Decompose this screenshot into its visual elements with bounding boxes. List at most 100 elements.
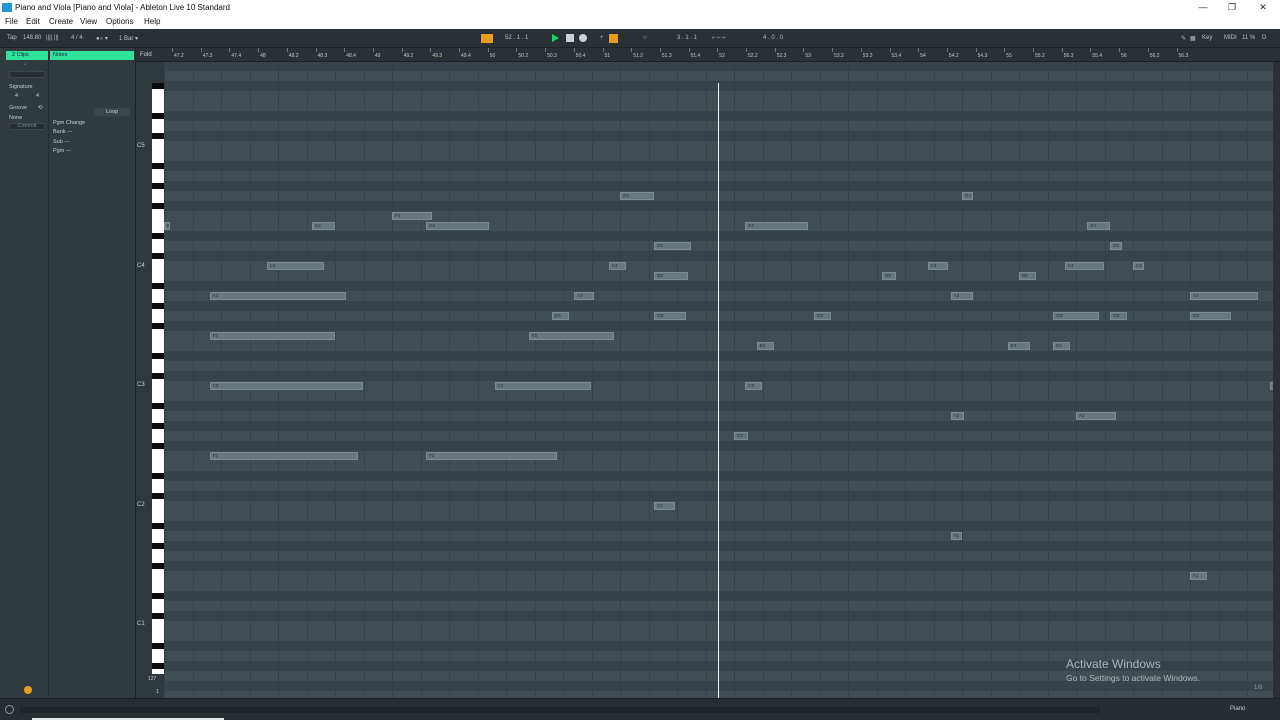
tempo-field[interactable]: 148.80: [23, 35, 41, 41]
midi-note[interactable]: F2: [209, 452, 358, 460]
bank-field[interactable]: Bank ---: [53, 129, 73, 135]
black-key[interactable]: [152, 373, 164, 379]
midi-note[interactable]: F1: [1190, 572, 1208, 580]
midi-note[interactable]: A3: [1190, 292, 1259, 300]
fold-button[interactable]: Fold: [140, 52, 152, 58]
menu-view[interactable]: View: [80, 17, 97, 26]
black-key[interactable]: [152, 473, 164, 479]
play-icon[interactable]: [552, 34, 559, 42]
midi-note[interactable]: A3: [950, 292, 974, 300]
close-button[interactable]: ✕: [1256, 1, 1270, 13]
midi-note[interactable]: C3: [745, 382, 763, 390]
midi-note[interactable]: F2: [426, 452, 558, 460]
time-signature-field[interactable]: 4 / 4: [71, 35, 83, 41]
metronome-icon[interactable]: ●○ ▾: [96, 35, 108, 42]
black-key[interactable]: [152, 523, 164, 529]
midi-note[interactable]: C4: [1133, 262, 1145, 270]
midi-note[interactable]: E3: [756, 342, 774, 350]
loop-start-field[interactable]: 3 . 1 . 1: [677, 35, 697, 41]
groove-value[interactable]: None: [9, 115, 22, 121]
loop-button[interactable]: Loop: [94, 108, 130, 116]
menu-help[interactable]: Help: [144, 17, 160, 26]
black-key[interactable]: [152, 643, 164, 649]
midi-note[interactable]: C3: [494, 382, 592, 390]
black-key[interactable]: [152, 113, 164, 119]
midi-note[interactable]: E4: [426, 222, 489, 230]
midi-note[interactable]: G3: [551, 312, 569, 320]
midi-note[interactable]: E4: [1087, 222, 1111, 230]
timeline-ruler[interactable]: Fold 47.2 47.3 47.4 48 48.2 48.3 48.4 49 49.2 49.…: [136, 48, 1280, 62]
key-map-icon[interactable]: ▦: [1190, 35, 1196, 42]
midi-note[interactable]: A2: [1076, 412, 1116, 420]
menu-edit[interactable]: Edit: [26, 17, 40, 26]
midi-note[interactable]: G3: [813, 312, 831, 320]
midi-note[interactable]: B3: [654, 272, 689, 280]
minimize-button[interactable]: —: [1196, 1, 1210, 13]
black-key[interactable]: [152, 203, 164, 209]
midi-note[interactable]: G4: [620, 192, 655, 200]
punch-icon[interactable]: ⌐ ⌐ ⌐: [712, 35, 726, 41]
black-key[interactable]: [152, 133, 164, 139]
clip-launch-icon[interactable]: [24, 686, 32, 694]
menu-file[interactable]: File: [5, 17, 18, 26]
midi-note[interactable]: F3: [528, 332, 615, 340]
midi-note[interactable]: E: [164, 222, 170, 230]
black-key[interactable]: [152, 423, 164, 429]
midi-note[interactable]: G3: [654, 312, 687, 320]
clip-color-icon[interactable]: ◦: [24, 62, 26, 68]
black-key[interactable]: [152, 253, 164, 259]
menu-options[interactable]: Options: [106, 17, 134, 26]
midi-map-button[interactable]: MIDI: [1224, 35, 1237, 41]
sub-bank-field[interactable]: Sub ---: [53, 139, 70, 145]
tap-tempo-button[interactable]: Tap: [7, 35, 17, 41]
midi-note[interactable]: B3: [882, 272, 896, 280]
midi-note[interactable]: D4: [1110, 242, 1122, 250]
draw-mode-icon[interactable]: ✎: [1181, 35, 1186, 42]
midi-note[interactable]: G4: [962, 192, 974, 200]
program-field[interactable]: Pgm ---: [53, 148, 71, 154]
black-key[interactable]: [152, 353, 164, 359]
signature-numerator[interactable]: 4: [15, 93, 18, 99]
piano-keyboard[interactable]: [152, 83, 164, 674]
black-key[interactable]: [152, 83, 164, 89]
quantize-menu[interactable]: 1 Bar ▾: [119, 35, 138, 42]
black-key[interactable]: [152, 303, 164, 309]
restore-button[interactable]: ❐: [1225, 1, 1239, 13]
track-name-tag[interactable]: Piano: [1230, 706, 1245, 712]
groove-hotswap-icon[interactable]: ⟲: [38, 105, 43, 111]
black-key[interactable]: [152, 663, 164, 669]
black-key[interactable]: [152, 233, 164, 239]
black-key[interactable]: [152, 283, 164, 289]
black-key[interactable]: [152, 493, 164, 499]
midi-note[interactable]: A3: [209, 292, 347, 300]
midi-note[interactable]: F3: [209, 332, 335, 340]
overdub-icon[interactable]: +: [600, 35, 604, 41]
midi-note[interactable]: E4: [745, 222, 809, 230]
black-key[interactable]: [152, 563, 164, 569]
midi-note[interactable]: G3: [1190, 312, 1232, 320]
midi-note[interactable]: A3: [574, 292, 594, 300]
automation-arm-button[interactable]: [609, 34, 618, 43]
black-key[interactable]: [152, 183, 164, 189]
midi-note[interactable]: C4: [608, 262, 626, 270]
midi-note[interactable]: A1: [950, 532, 962, 540]
black-key[interactable]: [152, 613, 164, 619]
pitch-lane[interactable]: [164, 71, 1273, 81]
midi-note[interactable]: F4: [392, 212, 432, 220]
black-key[interactable]: [152, 323, 164, 329]
follow-button[interactable]: [481, 34, 493, 43]
midi-note[interactable]: G2: [734, 432, 748, 440]
info-view-icon[interactable]: [5, 705, 14, 714]
midi-note[interactable]: G3: [1053, 312, 1099, 320]
black-key[interactable]: [152, 593, 164, 599]
arrangement-position-field[interactable]: 52 . 1 . 1: [505, 35, 528, 41]
midi-note[interactable]: C3: [209, 382, 364, 390]
midi-note[interactable]: E3: [1053, 342, 1071, 350]
menu-create[interactable]: Create: [49, 17, 73, 26]
clip-name-field[interactable]: [9, 71, 45, 78]
midi-note[interactable]: C4: [1064, 262, 1105, 270]
midi-note[interactable]: D4: [654, 242, 691, 250]
pitch-lane[interactable]: [164, 62, 1273, 71]
signature-denominator[interactable]: 4: [36, 93, 39, 99]
midi-note[interactable]: E3: [1007, 342, 1031, 350]
